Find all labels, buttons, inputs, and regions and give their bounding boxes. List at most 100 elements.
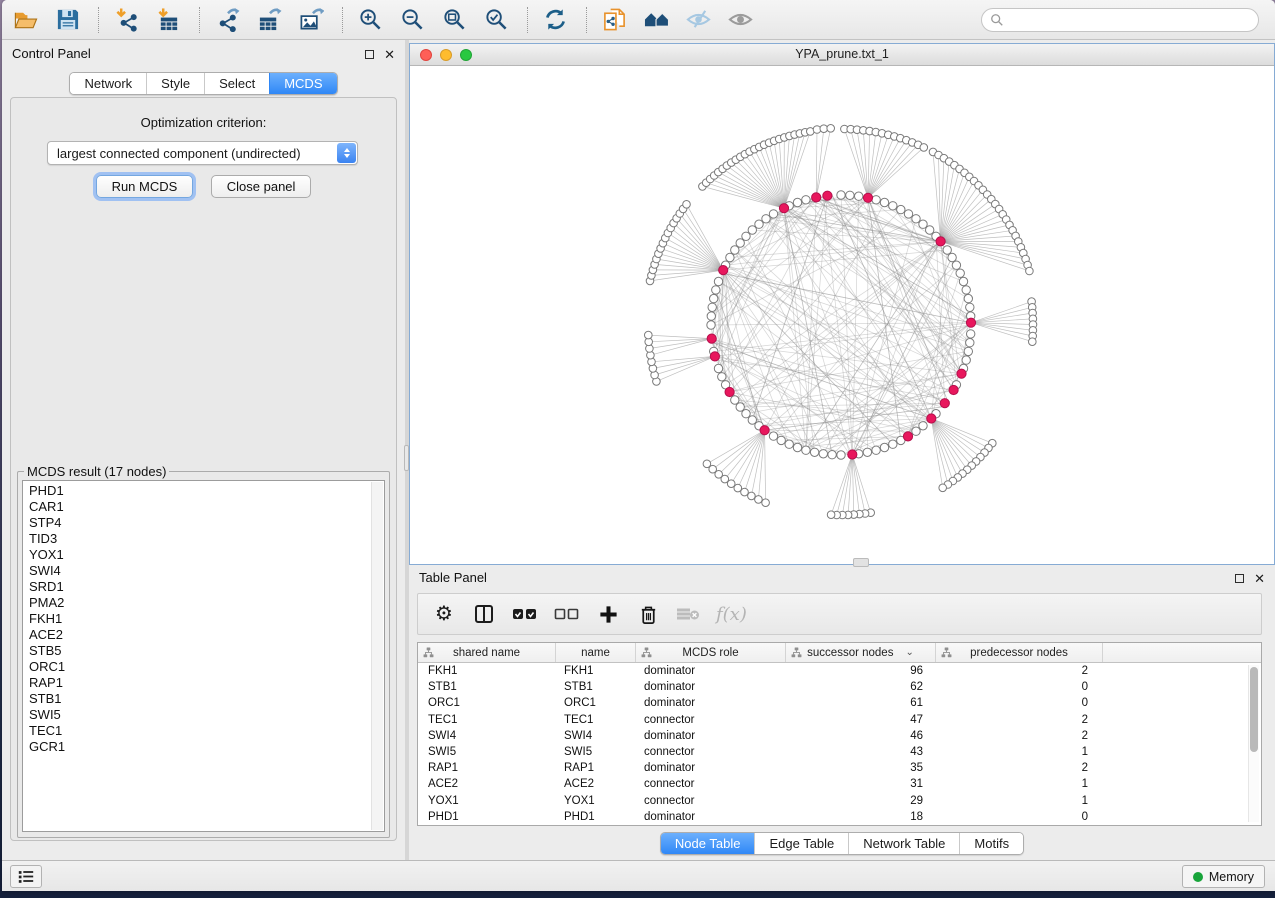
table-row-rap1[interactable]: RAP1RAP1dominator352	[418, 760, 1261, 776]
open-file-icon[interactable]	[12, 6, 39, 33]
close-window-icon[interactable]	[420, 49, 432, 61]
network-view[interactable]	[410, 67, 1274, 564]
scrollbar-thumb[interactable]	[1250, 667, 1258, 752]
task-history-button[interactable]	[10, 865, 42, 888]
close-panel-button[interactable]: Close panel	[211, 175, 312, 198]
criterion-select[interactable]: largest connected component (undirected)	[47, 141, 358, 165]
list-icon	[17, 869, 35, 884]
mcds-node-item[interactable]: PMA2	[29, 595, 384, 611]
column-header-filler	[1103, 643, 1261, 662]
first-neighbors-icon[interactable]	[643, 6, 670, 33]
refresh-view-icon[interactable]	[542, 6, 569, 33]
export-network-icon[interactable]	[214, 6, 241, 33]
save-session-icon[interactable]	[54, 6, 81, 33]
run-mcds-button[interactable]: Run MCDS	[96, 175, 194, 198]
tab-select[interactable]: Select	[204, 73, 269, 94]
cell: YOX1	[556, 793, 636, 809]
export-table-icon[interactable]	[256, 6, 283, 33]
float-table-panel-icon[interactable]	[1235, 574, 1244, 583]
settings-icon[interactable]: ⚙	[432, 601, 456, 627]
zoom-fit-icon[interactable]	[441, 6, 468, 33]
cell: YOX1	[418, 793, 556, 809]
mcds-node-item[interactable]: STB1	[29, 691, 384, 707]
cell: PHD1	[418, 809, 556, 825]
horizontal-splitter-handle[interactable]	[853, 558, 869, 567]
network-titlebar[interactable]: YPA_prune.txt_1	[410, 44, 1274, 66]
column-header-successor-nodes[interactable]: successor nodes⌄	[786, 643, 936, 662]
deselect-all-icon[interactable]	[554, 601, 580, 627]
export-image-icon[interactable]	[298, 6, 325, 33]
node-table: shared namenameMCDS rolesuccessor nodes⌄…	[417, 642, 1262, 826]
mcds-node-item[interactable]: SRD1	[29, 579, 384, 595]
zoom-out-icon[interactable]	[399, 6, 426, 33]
column-header-shared-name[interactable]: shared name	[418, 643, 556, 662]
mcds-node-item[interactable]: SWI5	[29, 707, 384, 723]
mcds-list-scrollbar[interactable]	[371, 482, 383, 830]
control-panel-header: Control Panel ✕	[2, 40, 405, 68]
table-tab-edge-table[interactable]: Edge Table	[754, 833, 848, 854]
mcds-node-item[interactable]: ORC1	[29, 659, 384, 675]
mcds-node-item[interactable]: RAP1	[29, 675, 384, 691]
mcds-node-item[interactable]: TEC1	[29, 723, 384, 739]
toolbar-separator	[342, 7, 343, 33]
mcds-node-item[interactable]: STB5	[29, 643, 384, 659]
zoom-in-icon[interactable]	[357, 6, 384, 33]
mcds-node-item[interactable]: PHD1	[29, 483, 384, 499]
mcds-node-item[interactable]: GCR1	[29, 739, 384, 755]
mcds-node-item[interactable]: STP4	[29, 515, 384, 531]
control-panel-tabs: NetworkStyleSelectMCDS	[2, 72, 405, 95]
search-input[interactable]	[981, 8, 1259, 32]
mcds-node-item[interactable]: CAR1	[29, 499, 384, 515]
close-table-panel-icon[interactable]: ✕	[1254, 572, 1265, 585]
table-row-orc1[interactable]: ORC1ORC1dominator610	[418, 695, 1261, 711]
mcds-node-item[interactable]: SWI4	[29, 563, 384, 579]
column-header-predecessor-nodes[interactable]: predecessor nodes	[936, 643, 1103, 662]
table-row-stb1[interactable]: STB1STB1dominator620	[418, 679, 1261, 695]
columns-icon[interactable]	[472, 601, 496, 627]
tab-style[interactable]: Style	[146, 73, 204, 94]
table-tab-node-table[interactable]: Node Table	[661, 833, 755, 854]
mcds-node-item[interactable]: FKH1	[29, 611, 384, 627]
cell: ACE2	[556, 776, 636, 792]
right-area: YPA_prune.txt_1 Table Panel ✕ ⚙f(x) s	[409, 40, 1275, 860]
table-row-phd1[interactable]: PHD1PHD1dominator180	[418, 809, 1261, 825]
hide-selected-icon[interactable]	[685, 6, 712, 33]
cell: dominator	[636, 728, 786, 744]
column-header-name[interactable]: name	[556, 643, 636, 662]
tab-mcds[interactable]: MCDS	[269, 73, 336, 94]
table-row-yox1[interactable]: YOX1YOX1connector291	[418, 793, 1261, 809]
mcds-result-group: MCDS result (17 nodes) PHD1CAR1STP4TID3Y…	[17, 464, 390, 838]
table-scrollbar[interactable]	[1248, 665, 1259, 822]
mcds-node-item[interactable]: ACE2	[29, 627, 384, 643]
table-row-swi4[interactable]: SWI4SWI4dominator462	[418, 728, 1261, 744]
add-row-icon[interactable]	[596, 601, 620, 627]
column-header-mcds-role[interactable]: MCDS role	[636, 643, 786, 662]
float-panel-icon[interactable]	[365, 50, 374, 59]
cell: STB1	[418, 679, 556, 695]
maximize-window-icon[interactable]	[460, 49, 472, 61]
memory-button[interactable]: Memory	[1182, 865, 1265, 888]
network-graph[interactable]	[410, 67, 1274, 564]
table-row-ace2[interactable]: ACE2ACE2connector311	[418, 776, 1261, 792]
cell: dominator	[636, 695, 786, 711]
tab-network[interactable]: Network	[70, 73, 146, 94]
minimize-window-icon[interactable]	[440, 49, 452, 61]
mcds-node-item[interactable]: TID3	[29, 531, 384, 547]
table-row-swi5[interactable]: SWI5SWI5connector431	[418, 744, 1261, 760]
delete-row-icon[interactable]	[636, 601, 660, 627]
import-table-icon[interactable]	[155, 6, 182, 33]
table-row-fkh1[interactable]: FKH1FKH1dominator962	[418, 663, 1261, 679]
close-panel-icon[interactable]: ✕	[384, 48, 395, 61]
zoom-selected-icon[interactable]	[483, 6, 510, 33]
mcds-node-item[interactable]: YOX1	[29, 547, 384, 563]
show-all-icon[interactable]	[727, 6, 754, 33]
duplicate-network-icon[interactable]	[601, 6, 628, 33]
select-all-icon[interactable]	[512, 601, 538, 627]
table-tab-network-table[interactable]: Network Table	[848, 833, 959, 854]
import-network-icon[interactable]	[113, 6, 140, 33]
cell: 62	[786, 679, 936, 695]
cell: SWI5	[556, 744, 636, 760]
table-tab-motifs[interactable]: Motifs	[959, 833, 1023, 854]
table-row-tec1[interactable]: TEC1TEC1connector472	[418, 712, 1261, 728]
table-toolbar: ⚙f(x)	[417, 593, 1262, 635]
